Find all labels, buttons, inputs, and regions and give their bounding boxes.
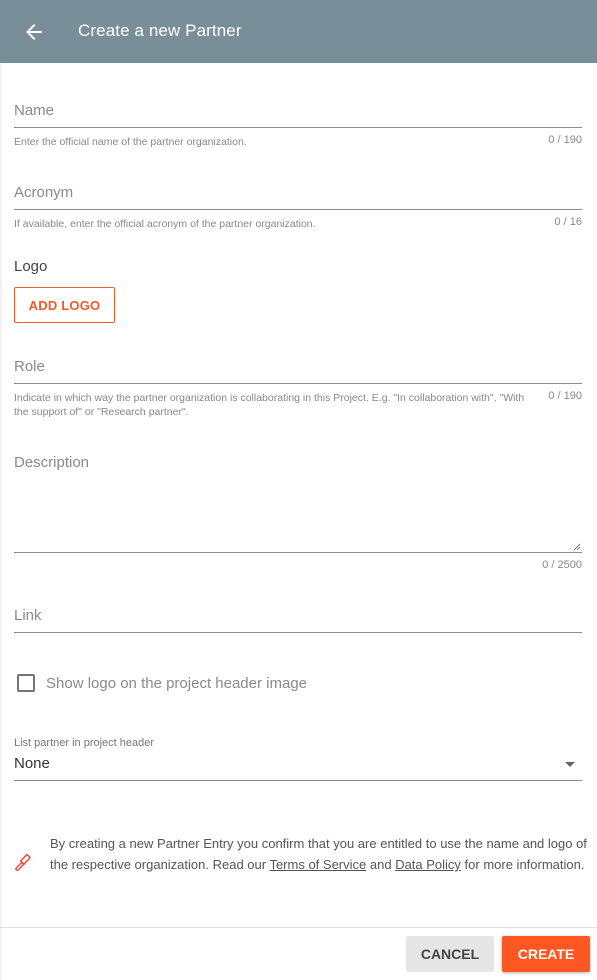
role-underline xyxy=(14,383,582,384)
acronym-counter: 0 / 16 xyxy=(554,216,582,228)
acronym-field: Acronym If available, enter the official… xyxy=(14,182,582,232)
name-hint: Enter the official name of the partner o… xyxy=(14,136,247,148)
acronym-input[interactable] xyxy=(14,182,582,208)
list-partner-select[interactable] xyxy=(14,750,582,780)
cancel-button[interactable]: CANCEL xyxy=(406,936,494,972)
notice-text-after: for more information. xyxy=(460,857,585,872)
name-underline xyxy=(14,127,582,128)
description-textarea[interactable] xyxy=(14,482,582,544)
show-logo-checkbox[interactable] xyxy=(17,674,35,692)
panel-edge-shadow xyxy=(0,63,3,980)
show-logo-label: Show logo on the project header image xyxy=(46,674,308,692)
list-partner-underline xyxy=(14,780,582,781)
name-input[interactable] xyxy=(14,100,582,126)
app-header: Create a new Partner xyxy=(0,0,597,63)
description-underline xyxy=(14,552,582,553)
acronym-hint: If available, enter the official acronym… xyxy=(14,218,316,230)
description-label: Description xyxy=(14,454,90,471)
notice-text-middle: and xyxy=(366,857,396,872)
role-counter: 0 / 190 xyxy=(548,390,582,402)
gavel-icon xyxy=(15,854,31,871)
link-field: Link xyxy=(14,605,582,635)
resize-handle-icon[interactable] xyxy=(573,543,581,551)
role-field: Role Indicate in which way the partner o… xyxy=(14,356,582,422)
arrow-left-icon xyxy=(26,24,42,40)
description-counter: 0 / 2500 xyxy=(542,559,582,571)
link-input[interactable] xyxy=(14,605,582,631)
description-field: Description 0 / 2500 xyxy=(14,452,582,576)
legal-notice: By creating a new Partner Entry you conf… xyxy=(50,833,590,875)
link-underline xyxy=(14,632,582,633)
role-hint: Indicate in which way the partner organi… xyxy=(14,392,525,418)
add-logo-button[interactable]: ADD LOGO xyxy=(14,287,115,323)
data-policy-link[interactable]: Data Policy xyxy=(395,857,461,872)
back-button[interactable] xyxy=(22,20,46,44)
acronym-underline xyxy=(14,209,582,210)
page-title: Create a new Partner xyxy=(78,21,242,40)
terms-of-service-link[interactable]: Terms of Service xyxy=(269,857,366,872)
role-input[interactable] xyxy=(14,356,582,382)
list-partner-label: List partner in project header xyxy=(14,737,155,749)
create-button[interactable]: CREATE xyxy=(502,936,590,972)
name-field: Name Enter the official name of the part… xyxy=(14,100,582,150)
logo-label: Logo xyxy=(14,258,48,275)
footer-divider xyxy=(0,927,597,928)
show-logo-checkbox-row[interactable]: Show logo on the project header image xyxy=(17,674,307,692)
name-counter: 0 / 190 xyxy=(548,134,582,146)
